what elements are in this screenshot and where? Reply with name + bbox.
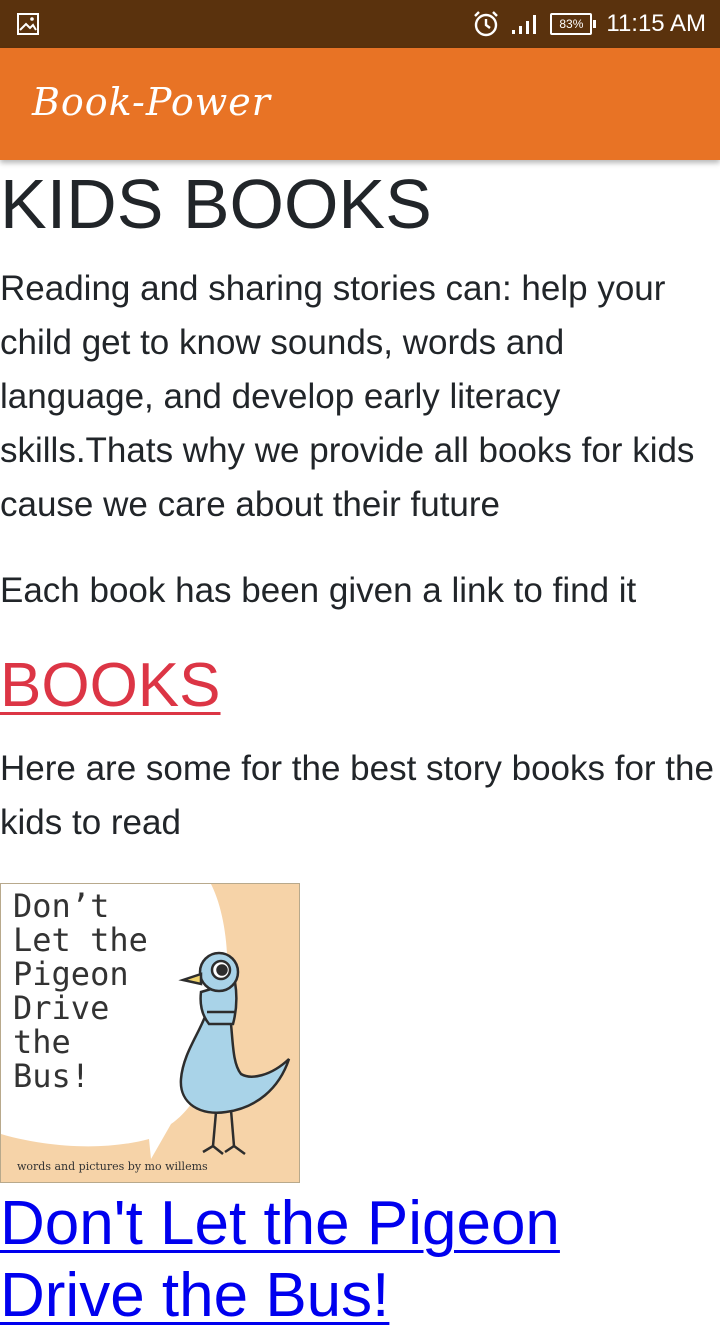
battery-tip bbox=[593, 20, 597, 28]
intro-paragraph: Reading and sharing stories can: help yo… bbox=[0, 269, 695, 524]
battery-level: 83% bbox=[550, 13, 593, 35]
books-heading-link[interactable]: BOOKS bbox=[0, 648, 221, 724]
status-time: 11:15 AM bbox=[606, 10, 706, 37]
books-description: Here are some for the best story books f… bbox=[0, 749, 714, 842]
book-cover-image[interactable]: Don’t Let the Pigeon Drive the Bus! word… bbox=[0, 883, 300, 1183]
book-cover-art: Don’t Let the Pigeon Drive the Bus! word… bbox=[1, 884, 299, 1182]
app-title: Book-Power bbox=[32, 80, 271, 124]
app-toolbar: Book-Power bbox=[0, 48, 720, 160]
page-title: KIDS BOOKS bbox=[0, 165, 432, 243]
cover-title-line: Bus! bbox=[13, 1057, 90, 1095]
cover-credit: words and pictures by mo willems bbox=[17, 1160, 208, 1173]
note-paragraph: Each book has been given a link to find … bbox=[0, 571, 637, 610]
cover-title-line: Pigeon bbox=[13, 955, 129, 993]
gallery-icon bbox=[17, 13, 39, 35]
book-title-link[interactable]: Don't Let the Pigeon Drive the Bus! bbox=[0, 1188, 720, 1332]
cover-title-line: the bbox=[13, 1023, 71, 1061]
signal-icon bbox=[512, 15, 537, 34]
cover-title-line: Don’t bbox=[13, 887, 109, 925]
alarm-icon bbox=[474, 11, 499, 37]
cover-title-line: Let the bbox=[13, 921, 148, 959]
status-icons: 83% 11:15 AM bbox=[472, 0, 706, 48]
cover-title-line: Drive bbox=[13, 989, 109, 1027]
status-bar: 83% 11:15 AM bbox=[0, 0, 720, 48]
battery-icon: 83% bbox=[550, 13, 597, 35]
